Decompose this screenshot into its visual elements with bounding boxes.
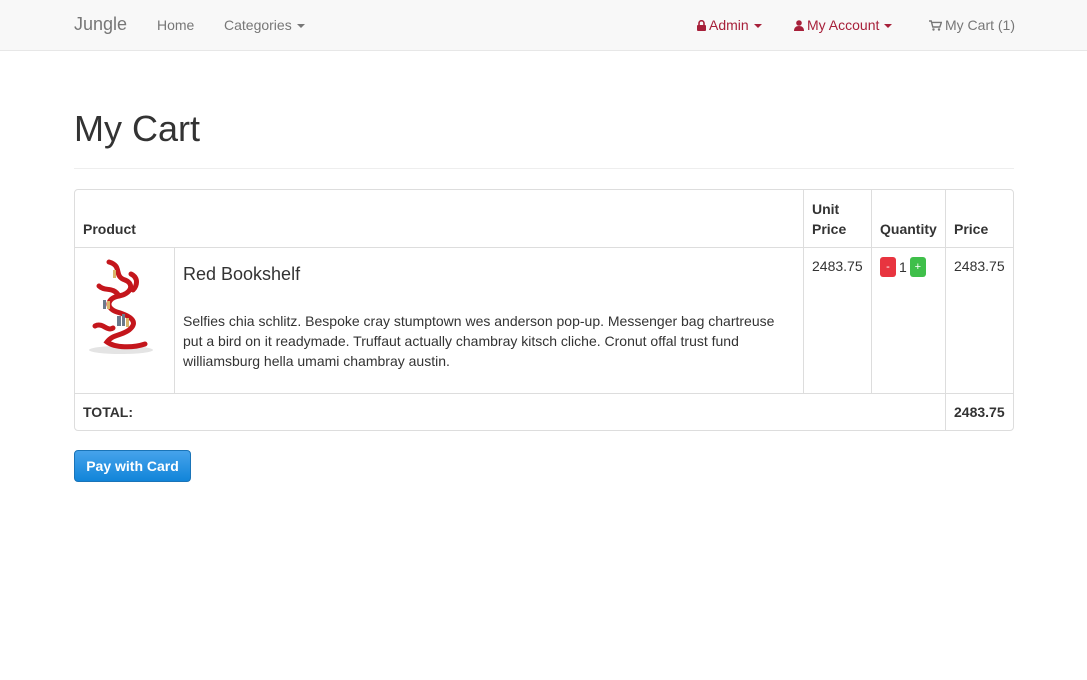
decrease-quantity-button[interactable]: -	[880, 257, 896, 278]
lock-icon	[697, 20, 706, 31]
caret-down-icon	[296, 24, 305, 29]
cart-icon	[929, 20, 942, 31]
total-value: 2483.75	[945, 393, 1013, 430]
product-image-cell	[75, 247, 174, 393]
caret-down-icon	[884, 24, 893, 29]
nav-home-link[interactable]: Home	[157, 17, 194, 33]
title-divider	[74, 168, 1014, 169]
quantity-stepper: -1 +	[871, 247, 945, 393]
header-price: Price	[945, 190, 1013, 247]
pay-with-card-button[interactable]: Pay with Card	[74, 450, 191, 482]
nav-cart-link[interactable]: My Cart (1)	[929, 17, 1015, 33]
navbar: Jungle Home Categories Admin My Account …	[0, 0, 1087, 51]
nav-categories-dropdown[interactable]: Categories	[224, 17, 305, 33]
nav-admin-label: Admin	[709, 17, 749, 33]
increase-quantity-button[interactable]: +	[909, 257, 926, 278]
unit-price-cell: 2483.75	[803, 247, 871, 393]
nav-account-dropdown[interactable]: My Account	[794, 17, 893, 33]
caret-down-icon	[753, 24, 762, 29]
cart-table: Product Unit Price Quantity Price Red Bo…	[74, 189, 1014, 431]
nav-admin-dropdown[interactable]: Admin	[697, 17, 762, 33]
header-product: Product	[83, 221, 136, 237]
product-info-cell: Red Bookshelf Selfies chia schlitz. Besp…	[174, 247, 803, 393]
nav-account-label: My Account	[807, 17, 880, 33]
quantity-value: 1	[899, 259, 907, 276]
price-cell: 2483.75	[945, 247, 1013, 393]
header-quantity: Quantity	[871, 190, 945, 247]
brand-link[interactable]: Jungle	[74, 14, 127, 35]
nav-cart-label: My Cart (1)	[945, 17, 1015, 33]
total-label: TOTAL:	[75, 393, 945, 430]
product-description: Selfies chia schlitz. Bespoke cray stump…	[183, 313, 775, 369]
table-row: Red Bookshelf Selfies chia schlitz. Besp…	[75, 247, 1013, 393]
nav-categories-label: Categories	[224, 17, 292, 33]
header-unit-price: Unit Price	[803, 190, 871, 247]
user-icon	[794, 20, 804, 31]
page-title: My Cart	[74, 108, 200, 149]
product-image	[89, 259, 153, 354]
product-name[interactable]: Red Bookshelf	[183, 264, 795, 284]
